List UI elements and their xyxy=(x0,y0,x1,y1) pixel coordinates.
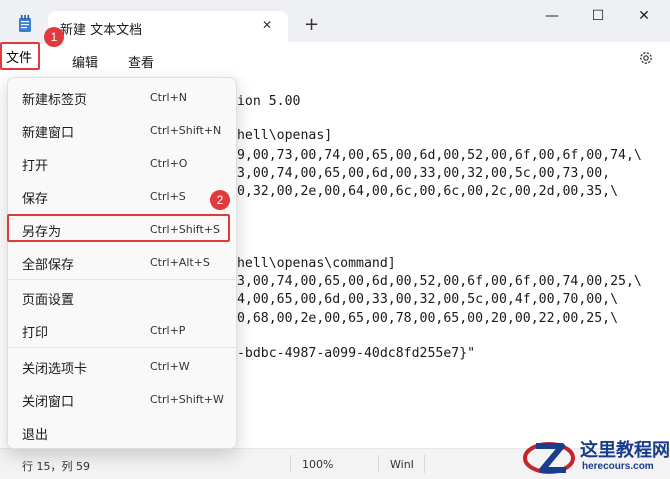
menu-item-shortcut: Ctrl+O xyxy=(150,157,188,170)
menu-item-close-tab[interactable]: 关闭选项卡 Ctrl+W xyxy=(8,350,236,382)
file-dropdown-menu: 新建标签页 Ctrl+N 新建窗口 Ctrl+Shift+N 打开 Ctrl+O… xyxy=(7,77,237,449)
menu-item-label: 新建标签页 xyxy=(22,93,88,108)
minimize-button[interactable]: — xyxy=(542,8,562,24)
menu-item-label: 打开 xyxy=(22,159,49,174)
menu-file[interactable]: 文件 xyxy=(0,42,40,70)
editor-line: shell\openas] xyxy=(229,128,333,143)
menu-item-page-setup[interactable]: 页面设置 xyxy=(8,281,236,313)
menu-item-save[interactable]: 保存 Ctrl+S xyxy=(8,180,236,212)
menu-separator xyxy=(8,347,236,348)
menu-edit[interactable]: 编辑 xyxy=(72,52,98,71)
menu-item-label: 打印 xyxy=(22,326,49,341)
menu-item-new-window[interactable]: 新建窗口 Ctrl+Shift+N xyxy=(8,114,236,146)
watermark-logo: 这里教程网 herecours.com xyxy=(520,434,670,479)
menu-item-shortcut: Ctrl+Alt+S xyxy=(150,256,210,269)
menu-item-shortcut: Ctrl+Shift+N xyxy=(150,124,222,137)
notepad-icon xyxy=(19,15,31,32)
watermark-title: 这里教程网 xyxy=(580,440,670,460)
menu-item-label: 关闭窗口 xyxy=(22,395,75,410)
editor-line: shell\openas\command] xyxy=(229,256,396,271)
editor-line: sion 5.00 xyxy=(229,94,301,109)
menu-item-exit[interactable]: 退出 xyxy=(8,416,236,448)
maximize-button[interactable]: ☐ xyxy=(588,8,608,24)
cursor-position: 行 15，列 59 xyxy=(22,460,90,473)
editor-line: 00,32,00,2e,00,64,00,6c,00,6c,00,2c,00,2… xyxy=(229,184,619,199)
status-divider xyxy=(424,455,425,473)
status-divider xyxy=(378,455,379,473)
editor-line: 73,00,74,00,65,00,6d,00,52,00,6f,00,6f,0… xyxy=(229,274,642,289)
step-badge-1: 1 xyxy=(44,27,64,47)
editor-line: 79,00,73,00,74,00,65,00,6d,00,52,00,6f,0… xyxy=(229,148,642,163)
menu-separator xyxy=(8,279,236,280)
zoom-level[interactable]: 100% xyxy=(302,458,333,471)
settings-gear-icon[interactable] xyxy=(638,50,654,66)
menu-item-label: 新建窗口 xyxy=(22,126,75,141)
editor-line: 74,00,65,00,6d,00,33,00,32,00,5c,00,4f,0… xyxy=(229,292,619,307)
tab-document[interactable]: 新建 文本文档 ✕ xyxy=(48,11,288,42)
menu-item-save-all[interactable]: 全部保存 Ctrl+Alt+S xyxy=(8,246,236,278)
new-tab-button[interactable]: + xyxy=(304,16,319,34)
menu-item-label: 退出 xyxy=(22,428,49,443)
status-divider xyxy=(290,455,291,473)
menu-item-shortcut: Ctrl+P xyxy=(150,324,186,337)
menu-item-label: 关闭选项卡 xyxy=(22,362,88,377)
menu-item-label: 保存 xyxy=(22,192,49,207)
tab-title: 新建 文本文档 xyxy=(60,23,143,38)
menu-item-label: 页面设置 xyxy=(22,293,75,308)
menu-item-shortcut: Ctrl+N xyxy=(150,91,188,104)
menu-item-shortcut: Ctrl+W xyxy=(150,360,190,373)
menu-item-close-window[interactable]: 关闭窗口 Ctrl+Shift+W xyxy=(8,383,236,415)
line-ending[interactable]: WinI xyxy=(390,458,414,471)
watermark-url: herecours.com xyxy=(582,461,654,472)
watermark-emblem-icon xyxy=(523,442,575,474)
editor-line: 73,00,74,00,65,00,6d,00,33,00,32,00,5c,0… xyxy=(229,166,611,181)
menu-item-new-tab[interactable]: 新建标签页 Ctrl+N xyxy=(8,81,236,113)
menu-bar: 文件 编辑 查看 xyxy=(0,42,670,78)
menu-view[interactable]: 查看 xyxy=(128,52,154,71)
tab-close-icon[interactable]: ✕ xyxy=(262,18,272,32)
menu-item-label: 全部保存 xyxy=(22,258,75,273)
menu-item-open[interactable]: 打开 Ctrl+O xyxy=(8,147,236,179)
menu-item-print[interactable]: 打印 Ctrl+P xyxy=(8,314,236,346)
close-window-button[interactable]: ✕ xyxy=(634,8,654,24)
menu-file-label: 文件 xyxy=(6,51,33,66)
step-badge-2: 2 xyxy=(210,190,230,210)
editor-line: 00,68,00,2e,00,65,00,78,00,65,00,20,00,2… xyxy=(229,311,619,326)
save-as-highlight-box xyxy=(7,214,230,242)
editor-line: 3-bdbc-4987-a099-40dc8fd255e7}" xyxy=(229,346,476,361)
menu-item-shortcut: Ctrl+S xyxy=(150,190,186,203)
menu-item-shortcut: Ctrl+Shift+W xyxy=(150,393,224,406)
title-bar: 新建 文本文档 ✕ + — ☐ ✕ xyxy=(0,0,670,42)
